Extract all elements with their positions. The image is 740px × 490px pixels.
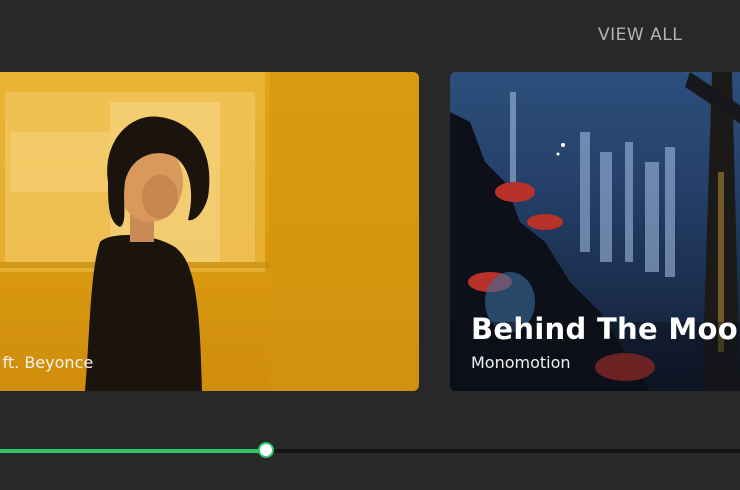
album-card-1-artist: y ft. Beyonce xyxy=(0,353,94,372)
album-card-2-artist: Monomotion xyxy=(471,353,571,372)
progress-thumb[interactable] xyxy=(258,442,275,458)
view-all-link[interactable]: VIEW ALL xyxy=(598,25,682,45)
album-card-2[interactable]: Behind The Moon Monomotion xyxy=(450,72,740,391)
album-card-1-artwork xyxy=(0,72,419,391)
playback-progress-bar[interactable] xyxy=(0,442,740,458)
album-card-1[interactable]: n y ft. Beyonce xyxy=(0,72,419,391)
album-carousel-screen: VIEW ALL n y ft. Beyonce xyxy=(0,0,740,490)
progress-played xyxy=(0,449,267,453)
album-card-2-title: Behind The Moon xyxy=(471,312,740,346)
